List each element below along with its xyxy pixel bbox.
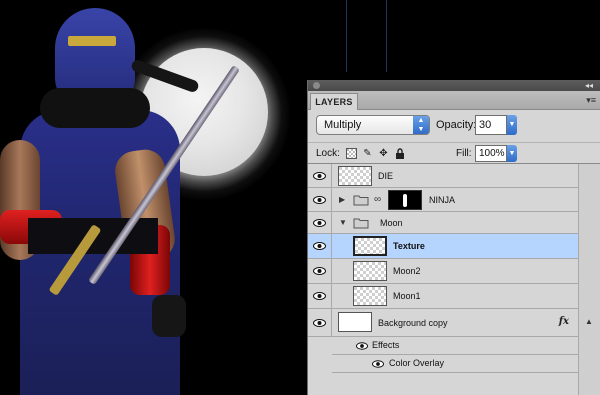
layer-row-moon2[interactable]: Moon2 xyxy=(308,259,579,284)
visibility-eye-icon[interactable] xyxy=(308,284,332,308)
lock-move-icon[interactable]: ✥ xyxy=(378,148,389,159)
ninja-scarf xyxy=(40,88,150,128)
layer-row-die[interactable]: DIE xyxy=(308,164,579,188)
blend-mode-select[interactable]: Multiply ▲ ▼ xyxy=(316,115,430,135)
expand-triangle-icon[interactable]: ▶ xyxy=(339,195,345,204)
panel-menu-icon[interactable]: ▾≡ xyxy=(586,95,596,106)
folder-icon xyxy=(353,218,369,229)
layer-thumbnail xyxy=(353,286,387,306)
lock-row: Lock: ✎ ✥ Fill: 100% ▼ xyxy=(308,142,600,164)
opacity-dropdown-icon[interactable]: ▼ xyxy=(507,115,517,135)
lock-all-icon[interactable] xyxy=(394,148,405,159)
layer-thumbnail xyxy=(353,236,387,256)
lock-transparency-icon[interactable] xyxy=(346,148,357,159)
layer-name: DIE xyxy=(378,171,394,181)
panel-titlebar[interactable]: ◂◂ xyxy=(308,80,600,91)
opacity-input[interactable]: 30 xyxy=(475,115,507,135)
color-overlay-label: Color Overlay xyxy=(389,358,445,368)
fill-input[interactable]: 100% xyxy=(475,145,507,162)
fill-dropdown-icon[interactable]: ▼ xyxy=(507,145,517,162)
close-panel-icon[interactable] xyxy=(313,82,320,89)
visibility-eye-icon[interactable] xyxy=(308,164,332,187)
visibility-eye-icon[interactable] xyxy=(308,259,332,283)
color-overlay-visibility-icon[interactable] xyxy=(372,360,384,368)
layer-name: NINJA xyxy=(429,195,456,205)
blend-options-row: Multiply ▲ ▼ Opacity: 30 ▼ xyxy=(308,110,600,142)
layer-name: Background copy xyxy=(378,318,448,328)
fill-label: Fill: xyxy=(456,148,472,159)
visibility-eye-icon[interactable] xyxy=(308,188,332,211)
guide-line xyxy=(386,0,387,72)
visibility-eye-icon[interactable] xyxy=(308,234,332,258)
collapse-panel-icon[interactable]: ◂◂ xyxy=(585,80,593,91)
layer-thumbnail xyxy=(353,261,387,281)
layers-list: DIE ▶ ∞ NINJA ▼ Moon Texture Moon2 Moon1… xyxy=(308,164,600,395)
layer-row-background-copy[interactable]: Background copy fx xyxy=(308,309,579,337)
blend-mode-value: Multiply xyxy=(324,119,362,131)
collapse-triangle-icon[interactable]: ▼ xyxy=(339,218,347,227)
layer-thumbnail xyxy=(338,166,372,186)
layer-name: Moon1 xyxy=(393,291,421,301)
effects-visibility-icon[interactable] xyxy=(356,342,368,350)
layer-name: Moon2 xyxy=(393,266,421,276)
tab-layers[interactable]: LAYERS xyxy=(310,93,358,110)
layer-name: Moon xyxy=(380,218,403,228)
ninja-glove xyxy=(152,295,186,337)
layer-thumbnail xyxy=(338,312,372,332)
effects-row[interactable]: Effects xyxy=(332,337,579,355)
color-overlay-row[interactable]: Color Overlay xyxy=(332,355,579,373)
layers-panel: ◂◂ LAYERS ▾≡ Multiply ▲ ▼ Opacity: 30 ▼ L… xyxy=(307,80,600,395)
guide-line xyxy=(346,0,347,72)
folder-icon xyxy=(353,195,369,206)
panel-tabbar: LAYERS ▾≡ xyxy=(308,91,600,110)
select-arrows-icon: ▲ ▼ xyxy=(413,116,429,134)
layers-scrollbar[interactable]: ▲ xyxy=(578,164,600,395)
layer-name: Texture xyxy=(393,241,425,251)
effects-label: Effects xyxy=(372,340,400,350)
ninja-headband xyxy=(68,36,116,46)
opacity-label: Opacity: xyxy=(436,119,477,131)
lock-label: Lock: xyxy=(316,148,340,159)
scroll-up-icon[interactable]: ▲ xyxy=(585,317,593,326)
visibility-eye-icon[interactable] xyxy=(308,212,332,233)
layer-row-moon1[interactable]: Moon1 xyxy=(308,284,579,309)
fx-icon[interactable]: fx xyxy=(559,316,569,327)
layer-mask-thumbnail[interactable] xyxy=(388,190,422,210)
visibility-eye-icon[interactable] xyxy=(308,309,332,336)
link-chain-icon[interactable]: ∞ xyxy=(374,194,381,205)
layer-row-ninja[interactable]: ▶ ∞ NINJA xyxy=(308,188,579,212)
layer-row-moon-group[interactable]: ▼ Moon xyxy=(308,212,579,234)
layer-row-texture[interactable]: Texture xyxy=(308,234,579,259)
lock-brush-icon[interactable]: ✎ xyxy=(362,148,373,159)
